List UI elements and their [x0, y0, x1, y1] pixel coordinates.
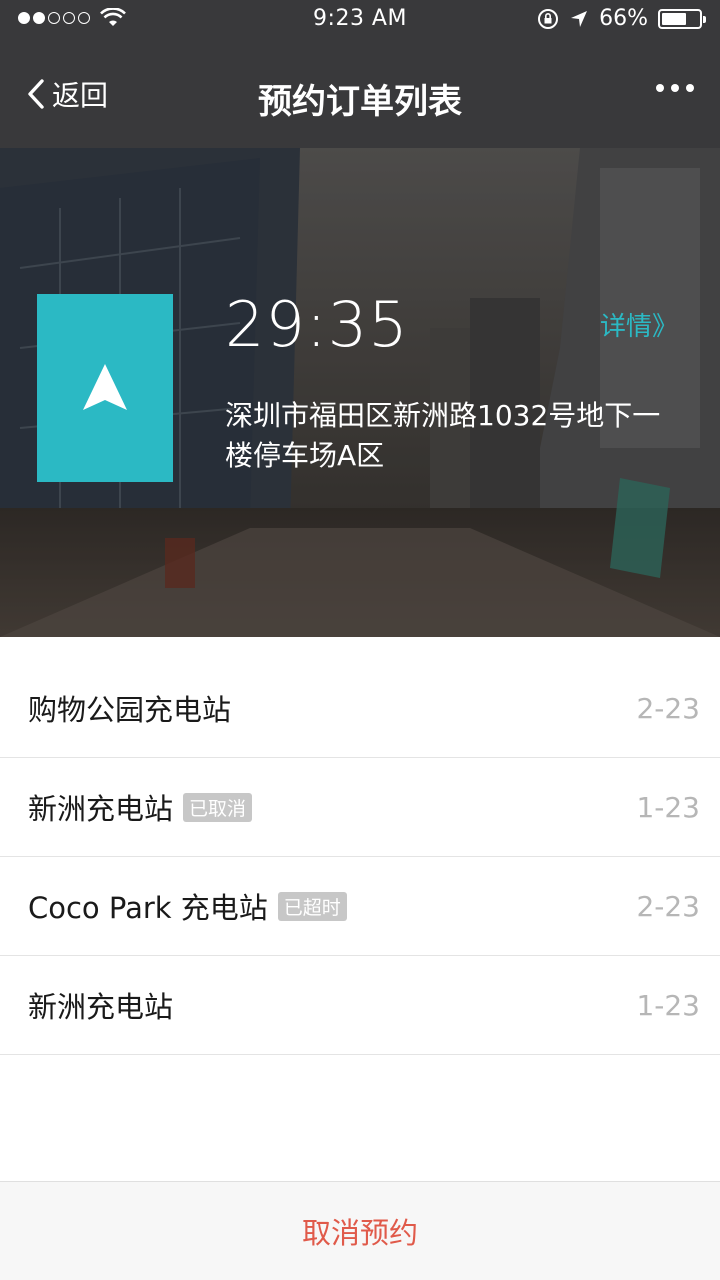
status-right: 66%	[537, 6, 706, 31]
status-badge: 已超时	[277, 891, 347, 921]
order-row[interactable]: 购物公园充电站 2-23	[0, 659, 720, 758]
battery-icon	[658, 8, 706, 29]
order-row[interactable]: Coco Park 充电站 已超时 2-23	[0, 857, 720, 956]
order-row[interactable]: 新洲充电站 已取消 1-23	[0, 758, 720, 857]
details-link[interactable]: 详情》	[600, 306, 678, 343]
order-date: 1-23	[636, 988, 700, 1022]
navigation-arrow-icon	[83, 364, 127, 410]
more-dot-icon	[671, 84, 679, 92]
order-name: Coco Park 充电站	[28, 891, 268, 925]
reservation-hero: 29:35 详情》 深圳市福田区新洲路1032号地下一楼停车场A区	[0, 148, 720, 637]
more-dot-icon	[686, 84, 694, 92]
navigation-bar: 返回 预约订单列表	[0, 44, 720, 148]
rotation-lock-icon	[538, 8, 559, 29]
back-label: 返回	[52, 79, 109, 112]
more-options-button[interactable]	[656, 84, 694, 92]
cancel-reservation-label: 取消预约	[301, 1216, 418, 1250]
screen: 9:23 AM 66% 返回 预约订单列表 29:35 详情》 深圳市福田区新洲…	[0, 0, 720, 1280]
back-button[interactable]: 返回	[26, 74, 108, 114]
cancel-reservation-button[interactable]: 取消预约	[0, 1181, 720, 1280]
station-address: 深圳市福田区新洲路1032号地下一楼停车场A区	[225, 399, 661, 472]
chevron-left-icon	[28, 79, 44, 109]
order-date: 1-23	[636, 790, 700, 824]
order-date: 2-23	[636, 691, 700, 725]
order-row[interactable]: 新洲充电站 1-23	[0, 956, 720, 1055]
battery-percent: 66%	[599, 6, 648, 31]
status-badge: 已取消	[183, 792, 253, 822]
countdown-timer: 29:35	[225, 288, 409, 361]
order-name: 新洲充电站	[28, 990, 174, 1024]
status-bar: 9:23 AM 66%	[0, 0, 720, 44]
top-bar: 9:23 AM 66% 返回 预约订单列表	[0, 0, 720, 148]
more-dot-icon	[656, 84, 664, 92]
navigate-button[interactable]	[37, 294, 173, 482]
order-name: 新洲充电站	[28, 792, 174, 826]
order-date: 2-23	[636, 889, 700, 923]
order-list: 购物公园充电站 2-23 新洲充电站 已取消 1-23 Coco Park 充电…	[0, 659, 720, 1055]
location-arrow-icon	[571, 10, 588, 27]
order-name: 购物公园充电站	[28, 693, 232, 727]
